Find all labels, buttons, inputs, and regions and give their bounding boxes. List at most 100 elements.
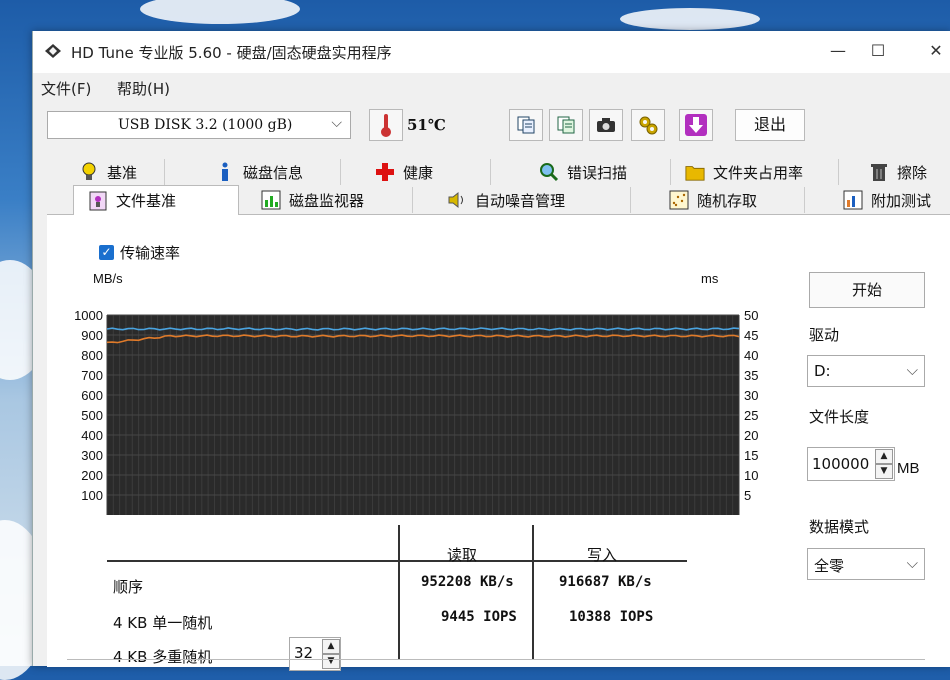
y-left-tick-label: 100: [81, 488, 103, 503]
scatter-icon: [669, 190, 689, 210]
maximize-icon[interactable]: ☐: [865, 39, 891, 63]
y-left-tick-label: 500: [81, 408, 103, 423]
tab-label: 文件夹占用率: [713, 163, 804, 182]
y-right-tick-label: 20: [744, 428, 758, 443]
file-length-label: 文件长度: [809, 408, 870, 426]
y-right-tick-label: 40: [744, 348, 758, 363]
toolbar: USB DISK 3.2 (1000 gB) ⌵ 51℃ 退出: [33, 101, 950, 155]
copy-text-button[interactable]: [509, 109, 543, 141]
tab-error-scan[interactable]: 错误扫描: [491, 159, 671, 185]
tab-health[interactable]: 健康: [341, 159, 491, 185]
start-button[interactable]: 开始: [809, 272, 925, 308]
copy-all-button[interactable]: [549, 109, 583, 141]
red-cross-icon: [376, 163, 394, 181]
benchmark-panel: ✓ 传输速率 MB/s ms 1000 900 800 700 600 500 400 300…: [47, 214, 950, 671]
tab-label: 磁盘监视器: [289, 191, 365, 210]
4kb-single-write-value: 10388 IOPS: [569, 609, 654, 625]
copy-all-icon: [557, 116, 575, 134]
chart-icon: [261, 190, 281, 210]
spin-down-icon[interactable]: ▼: [875, 464, 893, 479]
cloud: [140, 0, 300, 24]
file-length-stepper[interactable]: 100000 ▲ ▼: [807, 447, 895, 481]
title-bar: HD Tune 专业版 5.60 - 硬盘/固态硬盘实用程序 — ☐ ✕: [33, 31, 950, 73]
tab-label: 随机存取: [697, 191, 758, 210]
exit-button[interactable]: 退出: [735, 109, 805, 141]
drive-letter-value: D:: [814, 362, 831, 380]
menu-file[interactable]: 文件(F): [41, 78, 91, 99]
tab-disk-info[interactable]: 磁盘信息: [165, 159, 341, 185]
y-right-tick-label: 5: [744, 488, 751, 503]
lightbulb-icon: [82, 162, 96, 180]
tab-noise-management[interactable]: 自动噪音管理: [413, 187, 631, 213]
file-length-value: 100000: [812, 455, 870, 473]
cloud: [620, 8, 760, 30]
menu-bar: 文件(F) 帮助(H): [33, 73, 950, 101]
y-left-tick-label: 400: [81, 428, 103, 443]
chevron-down-icon: ⌵: [331, 115, 342, 131]
row-label-4kb-single: 4 KB 单一随机: [113, 614, 213, 632]
data-mode-select[interactable]: 全零 ⌵: [807, 548, 925, 580]
spin-down-icon[interactable]: ▼: [322, 654, 340, 669]
y-right-tick-label: 10: [744, 468, 758, 483]
drive-select[interactable]: USB DISK 3.2 (1000 gB) ⌵: [47, 111, 351, 139]
tab-row-2: 文件基准 磁盘监视器 自动噪音管理 随机存取 附加测试: [47, 185, 950, 215]
tab-disk-monitor[interactable]: 磁盘监视器: [239, 187, 413, 213]
tab-label: 错误扫描: [567, 163, 628, 182]
drive-select-value: USB DISK 3.2 (1000 gB): [118, 117, 293, 133]
screenshot-button[interactable]: [589, 109, 623, 141]
data-mode-value: 全零: [814, 557, 845, 575]
options-button[interactable]: [631, 109, 665, 141]
drive-letter-select[interactable]: D: ⌵: [807, 355, 925, 387]
y-right-tick-label: 50: [744, 308, 758, 323]
tab-random-access[interactable]: 随机存取: [631, 187, 805, 213]
download-arrow-icon: [685, 114, 707, 136]
folder-icon: [685, 166, 705, 181]
sequential-read-value: 952208 KB/s: [421, 574, 514, 590]
temperature-button[interactable]: [369, 109, 403, 141]
trash-icon: [871, 164, 887, 181]
y-right-tick-label: 15: [744, 448, 758, 463]
row-label-sequential: 顺序: [113, 578, 144, 596]
y-left-tick-label: 700: [81, 368, 103, 383]
drive-label: 驱动: [809, 326, 840, 344]
app-window: HD Tune 专业版 5.60 - 硬盘/固态硬盘实用程序 — ☐ ✕ 文件(…: [32, 31, 950, 671]
close-icon[interactable]: ✕: [923, 39, 949, 63]
magnifier-icon: [540, 163, 559, 182]
transfer-rate-checkbox[interactable]: ✓ 传输速率: [99, 242, 180, 263]
tab-erase[interactable]: 擦除: [839, 159, 950, 185]
read-header: 读取: [447, 546, 478, 564]
chevron-down-icon: ⌵: [906, 361, 918, 379]
file-benchmark-icon: [89, 191, 107, 210]
sequential-write-value: 916687 KB/s: [559, 574, 652, 590]
y-left-tick-label: 600: [81, 388, 103, 403]
y-left-tick-label: 1000: [74, 308, 103, 323]
checkmark-icon: ✓: [99, 245, 114, 260]
spin-up-icon[interactable]: ▲: [875, 449, 893, 464]
write-header: 写入: [587, 546, 618, 564]
tab-label: 基准: [107, 163, 138, 182]
tab-row-1: 基准 磁盘信息 健康 错误扫描 文件夹占用率 擦除: [47, 159, 950, 185]
tab-label: 自动噪音管理: [475, 191, 566, 210]
file-length-unit: MB: [897, 460, 920, 477]
minimize-icon[interactable]: —: [825, 39, 851, 63]
tab-folder-usage[interactable]: 文件夹占用率: [671, 159, 839, 185]
results-table-lines: [107, 525, 687, 659]
tab-file-benchmark[interactable]: 文件基准: [73, 185, 239, 215]
data-mode-label: 数据模式: [809, 518, 870, 536]
camera-icon: [597, 118, 615, 132]
row-label-4kb-multiple: 4 KB 多重随机: [113, 648, 213, 666]
y-right-tick-label: 30: [744, 388, 758, 403]
tab-benchmark[interactable]: 基准: [47, 159, 165, 185]
chevron-down-icon: ⌵: [906, 554, 918, 572]
menu-help[interactable]: 帮助(H): [117, 78, 170, 99]
tab-extra-tests[interactable]: 附加测试: [805, 187, 950, 213]
4kb-single-read-value: 9445 IOPS: [441, 609, 517, 625]
speaker-icon: [448, 191, 463, 209]
tab-label: 健康: [403, 163, 434, 182]
thermometer-icon: [381, 114, 391, 137]
info-icon: [222, 162, 228, 181]
spin-up-icon[interactable]: ▲: [322, 639, 340, 654]
tab-label: 擦除: [897, 163, 928, 182]
save-button[interactable]: [679, 109, 713, 141]
y-left-tick-label: 300: [81, 448, 103, 463]
